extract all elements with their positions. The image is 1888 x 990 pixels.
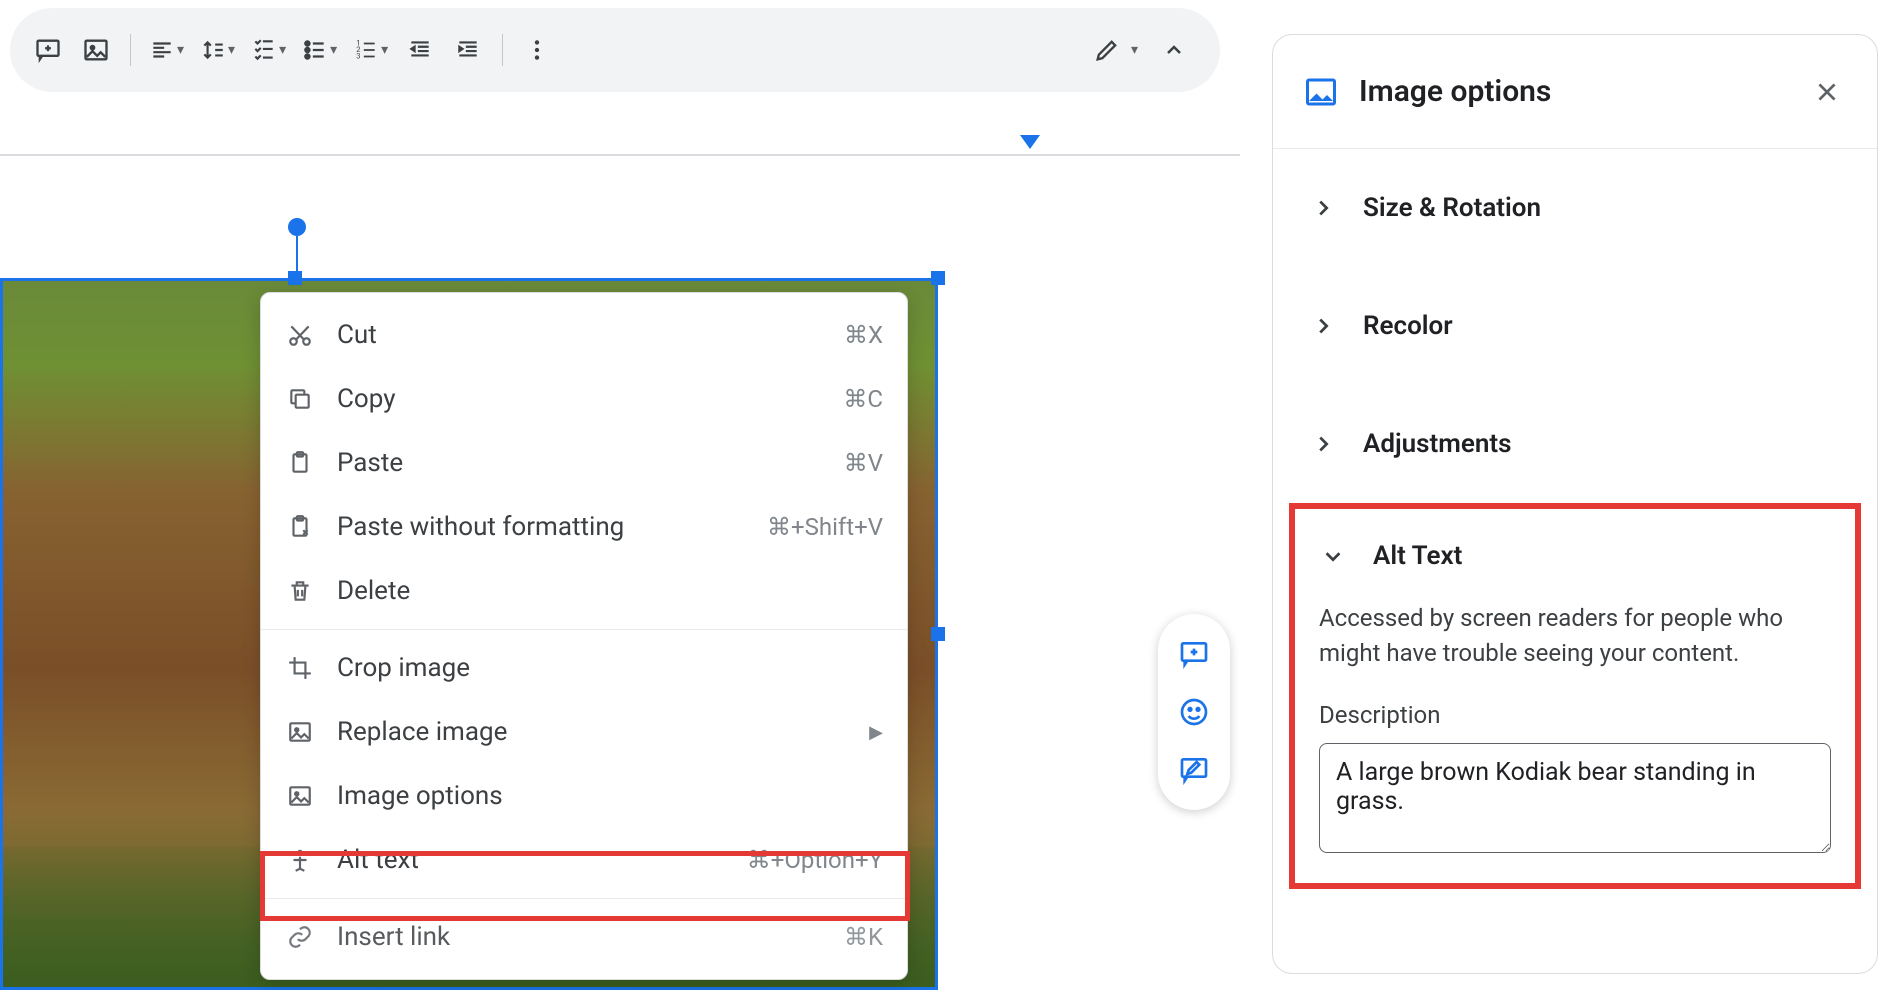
- description-label: Description: [1319, 701, 1831, 729]
- dropdown-caret-icon: ▾: [228, 42, 235, 58]
- chevron-right-icon: [1309, 312, 1337, 340]
- ctx-shortcut: ⌘+Option+Y: [747, 846, 883, 874]
- ctx-shortcut: ⌘V: [844, 449, 883, 477]
- insert-image-button[interactable]: [76, 30, 116, 70]
- chevron-right-icon: [1309, 194, 1337, 222]
- alt-text-icon: [285, 845, 315, 875]
- context-menu: Cut ⌘X Copy ⌘C Paste ⌘V Paste without fo…: [260, 292, 908, 980]
- ctx-cut[interactable]: Cut ⌘X: [261, 303, 907, 367]
- decrease-indent-button[interactable]: [400, 30, 440, 70]
- collapse-toolbar-button[interactable]: [1146, 22, 1202, 78]
- ctx-label: Crop image: [337, 653, 883, 683]
- resize-handle-top[interactable]: [288, 271, 302, 285]
- ctx-label: Insert link: [337, 922, 822, 952]
- floating-toolbar: [1158, 614, 1230, 810]
- more-options-button[interactable]: [517, 30, 557, 70]
- ctx-shortcut: ⌘K: [844, 923, 883, 951]
- dropdown-caret-icon: ▾: [381, 42, 388, 58]
- chevron-right-icon: [1309, 430, 1337, 458]
- ctx-shortcut: ⌘+Shift+V: [767, 513, 883, 541]
- ctx-label: Alt text: [337, 845, 725, 875]
- ctx-alt-text[interactable]: Alt text ⌘+Option+Y: [261, 828, 907, 892]
- ctx-shortcut: ⌘X: [844, 321, 883, 349]
- ctx-paste-plain[interactable]: Paste without formatting ⌘+Shift+V: [261, 495, 907, 559]
- add-comment-button[interactable]: [28, 30, 68, 70]
- svg-text:3: 3: [356, 52, 360, 61]
- submenu-arrow-icon: ▶: [869, 722, 883, 743]
- paste-plain-icon: [285, 512, 315, 542]
- sidebar-header: Image options: [1273, 35, 1877, 149]
- link-icon: [285, 922, 315, 952]
- ctx-label: Replace image: [337, 717, 847, 747]
- ctx-insert-link[interactable]: Insert link ⌘K: [261, 905, 907, 969]
- image-options-icon: [285, 781, 315, 811]
- dropdown-caret-icon: ▾: [1131, 42, 1138, 58]
- sb-label: Alt Text: [1373, 541, 1462, 571]
- ctx-label: Copy: [337, 384, 821, 414]
- close-sidebar-button[interactable]: [1807, 72, 1847, 112]
- dropdown-caret-icon: ▾: [177, 42, 184, 58]
- increase-indent-button[interactable]: [448, 30, 488, 70]
- resize-handle-top-right[interactable]: [931, 271, 945, 285]
- ctx-label: Delete: [337, 576, 883, 606]
- checklist-dropdown[interactable]: ▾: [247, 30, 290, 70]
- dropdown-caret-icon: ▾: [279, 42, 286, 58]
- delete-icon: [285, 576, 315, 606]
- chevron-down-icon: [1319, 542, 1347, 570]
- align-dropdown[interactable]: ▾: [145, 30, 188, 70]
- crop-icon: [285, 653, 315, 683]
- ctx-label: Paste without formatting: [337, 512, 745, 542]
- image-options-sidebar: Image options Size & Rotation Recolor Ad…: [1272, 34, 1878, 974]
- ctx-shortcut: ⌘C: [843, 385, 883, 413]
- editing-mode-dropdown[interactable]: ▾: [1093, 36, 1138, 64]
- rotation-handle[interactable]: [288, 218, 306, 236]
- sb-label: Adjustments: [1363, 429, 1511, 459]
- copy-icon: [285, 384, 315, 414]
- ruler-indent-marker[interactable]: [1020, 135, 1040, 149]
- ctx-replace-image[interactable]: Replace image ▶: [261, 700, 907, 764]
- ctx-copy[interactable]: Copy ⌘C: [261, 367, 907, 431]
- ctx-label: Paste: [337, 448, 822, 478]
- sidebar-title: Image options: [1359, 74, 1787, 109]
- sb-section-size-rotation[interactable]: Size & Rotation: [1273, 149, 1877, 267]
- paste-icon: [285, 448, 315, 478]
- resize-handle-right[interactable]: [931, 627, 945, 641]
- sb-section-alt-text[interactable]: Alt Text: [1319, 525, 1831, 601]
- replace-image-icon: [285, 717, 315, 747]
- toolbar: ▾ ▾ ▾ ▾ 123 ▾ ▾: [10, 8, 1220, 92]
- image-icon: [1303, 74, 1339, 110]
- sb-label: Recolor: [1363, 311, 1453, 341]
- sb-section-recolor[interactable]: Recolor: [1273, 267, 1877, 385]
- emoji-float-button[interactable]: [1174, 692, 1214, 732]
- sb-section-adjustments[interactable]: Adjustments: [1273, 385, 1877, 503]
- cut-icon: [285, 320, 315, 350]
- ctx-crop-image[interactable]: Crop image: [261, 636, 907, 700]
- suggest-float-button[interactable]: [1174, 750, 1214, 790]
- line-spacing-dropdown[interactable]: ▾: [196, 30, 239, 70]
- ctx-separator: [261, 898, 907, 899]
- ctx-delete[interactable]: Delete: [261, 559, 907, 623]
- ctx-label: Image options: [337, 781, 883, 811]
- ctx-separator: [261, 629, 907, 630]
- add-comment-float-button[interactable]: [1174, 634, 1214, 674]
- dropdown-caret-icon: ▾: [330, 42, 337, 58]
- ruler: [0, 154, 1240, 156]
- ctx-image-options[interactable]: Image options: [261, 764, 907, 828]
- toolbar-separator: [130, 34, 131, 66]
- sb-label: Size & Rotation: [1363, 193, 1541, 223]
- ctx-label: Cut: [337, 320, 822, 350]
- bullet-list-dropdown[interactable]: ▾: [298, 30, 341, 70]
- alt-text-textarea[interactable]: [1319, 743, 1831, 853]
- numbered-list-dropdown[interactable]: 123 ▾: [349, 30, 392, 70]
- alt-text-help: Accessed by screen readers for people wh…: [1319, 601, 1831, 671]
- ctx-paste[interactable]: Paste ⌘V: [261, 431, 907, 495]
- sb-alt-text-panel: Alt Text Accessed by screen readers for …: [1289, 503, 1861, 889]
- toolbar-separator: [502, 34, 503, 66]
